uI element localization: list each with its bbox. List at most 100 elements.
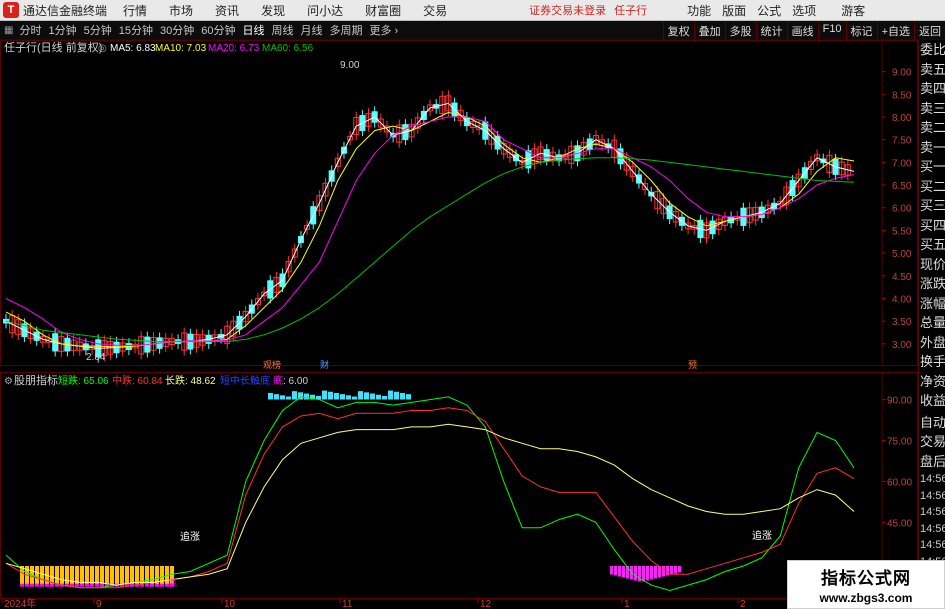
settings-icon[interactable]: ⚙	[4, 376, 13, 387]
menu-item-wenxiaoda[interactable]: 问小达	[307, 2, 343, 19]
sidebar-item-0[interactable]: 委比	[919, 40, 945, 60]
indicator-panel-frame	[0, 372, 918, 599]
sidebar-item-12[interactable]: 涨跌	[919, 274, 945, 294]
menu-item-faxian[interactable]: 发现	[261, 2, 285, 19]
menu-item-hangqing[interactable]: 行情	[123, 2, 147, 19]
period-60min[interactable]: 60分钟	[201, 22, 235, 38]
sidebar-item-13[interactable]: 涨幅	[919, 294, 945, 314]
period-15min[interactable]: 15分钟	[119, 22, 153, 38]
menu-item-banmian[interactable]: 版面	[722, 2, 746, 19]
grid-icon[interactable]: ▦	[4, 25, 13, 36]
ma-line-ma20	[5, 116, 855, 347]
login-notice[interactable]: 证券交易未登录	[529, 2, 606, 18]
indicator-gridlines	[882, 399, 886, 564]
sidebar-item-11[interactable]: 现价	[919, 255, 945, 275]
menu-item-gongshi[interactable]: 公式	[757, 2, 781, 19]
marker-guanbang[interactable]: 观榜	[263, 359, 281, 370]
bottom-magenta-bar	[20, 583, 24, 587]
sidebar-time-3[interactable]: 14:56	[919, 521, 945, 538]
back-button[interactable]: 返回	[914, 21, 945, 40]
bottom-zone-bar	[100, 566, 104, 586]
price-tick-label: 7.50	[892, 136, 912, 147]
sidebar-lower-0[interactable]: 自动	[919, 413, 945, 433]
diejia-button[interactable]: 叠加	[693, 21, 725, 40]
menu-item-jiaoyi[interactable]: 交易	[423, 2, 447, 19]
period-weekly[interactable]: 周线	[271, 22, 293, 38]
period-30min[interactable]: 30分钟	[160, 22, 194, 38]
sidebar-item-15[interactable]: 外盘	[919, 333, 945, 353]
fuquan-button[interactable]: 复权	[662, 21, 694, 40]
price-tick-label: 4.50	[892, 272, 912, 283]
tongji-button[interactable]: 统计	[755, 21, 787, 40]
period-5min[interactable]: 5分钟	[84, 22, 112, 38]
indicator-bars	[20, 390, 681, 587]
watermark-title: 指标公式网	[821, 569, 911, 588]
ma10-label: MA10: 7.03	[155, 43, 207, 54]
top-zone-bar	[370, 393, 375, 400]
indicator-axis-labels: 90.0075.0060.0045.0030.00	[887, 396, 912, 571]
sidebar-item-8[interactable]: 买三	[919, 196, 945, 216]
dip-bar	[622, 566, 625, 578]
duogu-button[interactable]: 多股	[724, 21, 756, 40]
sidebar-time-4[interactable]: 14:56	[919, 537, 945, 554]
marker-yu[interactable]: 预	[688, 360, 697, 370]
period-more[interactable]: 更多 ›	[369, 22, 398, 38]
sidebar-item-5[interactable]: 卖一	[919, 138, 945, 158]
sidebar-item-18[interactable]: 收益	[919, 391, 945, 411]
long-label: 长跌: 48.62	[165, 374, 216, 387]
menu-item-shichang[interactable]: 市场	[169, 2, 193, 19]
sidebar-item-7[interactable]: 买二	[919, 177, 945, 197]
top-zone-bar	[358, 391, 363, 400]
short-label: 短跌: 65.06	[58, 374, 109, 387]
period-daily[interactable]: 日线	[242, 22, 264, 38]
menu-item-xuanxiang[interactable]: 选项	[792, 2, 816, 19]
sidebar-item-3[interactable]: 卖三	[919, 99, 945, 119]
sidebar-item-1[interactable]: 卖五	[919, 60, 945, 80]
f10-button[interactable]: F10	[817, 21, 846, 40]
bottom-zone-bar	[35, 566, 39, 586]
di-marker: 底	[168, 577, 177, 588]
indicator-tick-label: 90.00	[887, 396, 912, 407]
menu-item-zixun[interactable]: 资讯	[215, 2, 239, 19]
add-watchlist-button[interactable]: +自选	[876, 21, 914, 40]
sidebar-time-0[interactable]: 14:56	[919, 471, 945, 488]
bottom-magenta-bar	[35, 583, 39, 587]
sidebar-item-2[interactable]: 卖四	[919, 79, 945, 99]
bottom-magenta-bar	[145, 583, 149, 587]
ma-line-ma10	[5, 111, 855, 348]
sidebar-item-6[interactable]: 买一	[919, 157, 945, 177]
period-multi[interactable]: 多周期	[329, 22, 362, 38]
dip-bar	[610, 566, 613, 575]
dropdown-icon[interactable]: ◎	[98, 43, 107, 54]
sidebar-item-9[interactable]: 买四	[919, 216, 945, 236]
sidebar-time-2[interactable]: 14:56	[919, 504, 945, 521]
bottom-magenta-bar	[25, 583, 29, 587]
period-monthly[interactable]: 月线	[300, 22, 322, 38]
huaxian-button[interactable]: 画线	[786, 21, 818, 40]
marker-cai[interactable]: 财	[320, 359, 329, 370]
guest-user[interactable]: 游客	[841, 2, 865, 19]
bottom-value: : 6.00	[283, 376, 308, 387]
chart-area[interactable]: 任子行(日线 前复权) ◎ MA5: 6.83 MA10: 7.03 MA20:…	[0, 40, 918, 609]
top-zone-bar	[292, 391, 297, 400]
menu-item-gongneng[interactable]: 功能	[687, 2, 711, 19]
sidebar-item-16[interactable]: 换手	[919, 352, 945, 372]
sidebar-lower-2[interactable]: 盘后	[919, 452, 945, 472]
bottom-magenta-bar	[50, 583, 54, 587]
period-1min[interactable]: 1分钟	[48, 22, 76, 38]
sidebar-time-1[interactable]: 14:56	[919, 488, 945, 505]
bottom-magenta-bar	[100, 583, 104, 587]
sidebar-item-17[interactable]: 净资	[919, 372, 945, 392]
sidebar-item-4[interactable]: 卖二	[919, 118, 945, 138]
top-zone-bar	[400, 392, 405, 400]
period-fenshi[interactable]: 分时	[19, 22, 41, 38]
dip-bar	[614, 566, 617, 576]
ma-line-ma60	[5, 157, 855, 343]
sidebar-item-14[interactable]: 总量	[919, 313, 945, 333]
bottom-zone-bar	[125, 566, 129, 586]
menu-item-caifuquan[interactable]: 财富圈	[365, 2, 401, 19]
sidebar-item-10[interactable]: 买五	[919, 235, 945, 255]
biaoji-button[interactable]: 标记	[845, 21, 877, 40]
sidebar-lower-1[interactable]: 交易	[919, 432, 945, 452]
dip-bar	[662, 566, 665, 577]
